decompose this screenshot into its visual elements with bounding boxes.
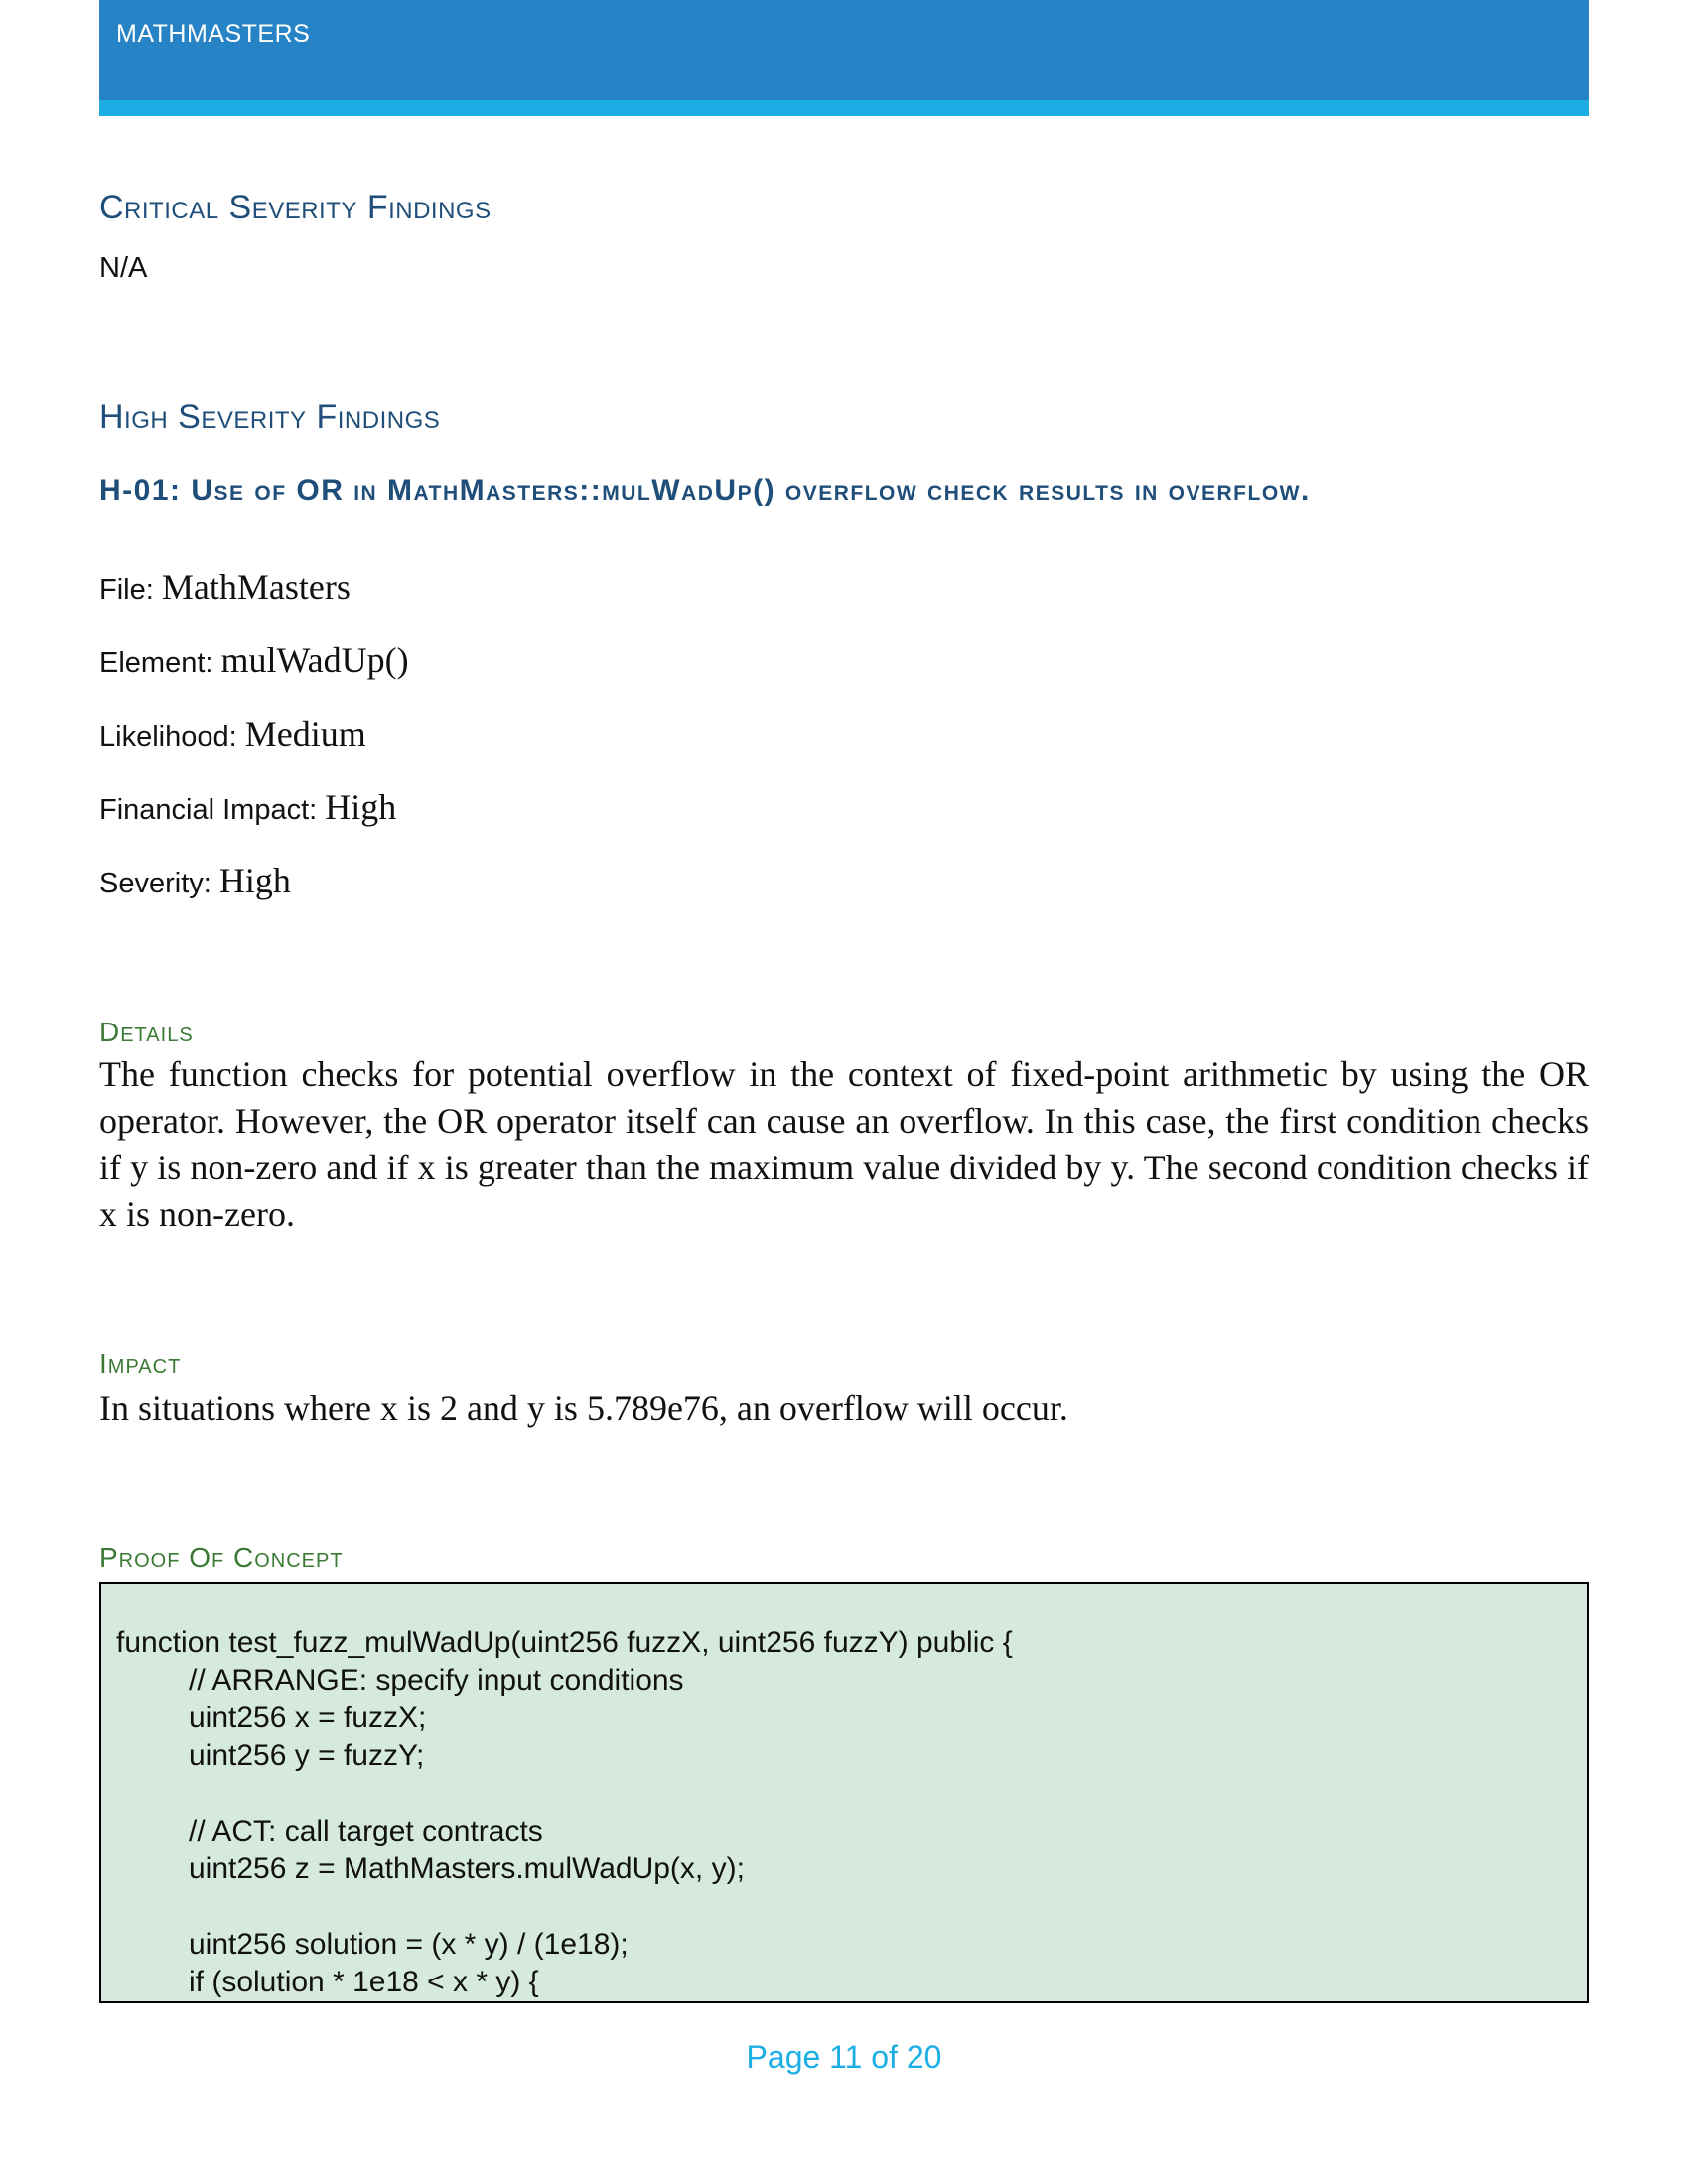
page-number: Page 11 of 20 [746,2039,942,2075]
likelihood-value: Medium [244,714,366,753]
financial-impact-value: High [325,787,397,827]
severity-label: Severity: [99,868,211,899]
code-line: function test_fuzz_mulWadUp(uint256 fuzz… [116,1626,1013,1659]
header-band [99,0,1589,116]
finding-title: H-01: Use of OR in MathMasters::mulWadUp… [99,475,1311,507]
critical-findings-value: N/A [99,252,148,284]
impact-text: In situations where x is 2 and y is 5.78… [99,1388,1068,1428]
financial-impact-row: Financial Impact: High [99,786,396,828]
code-line: if (solution * 1e18 < x * y) { [189,1966,539,1998]
details-text: The function checks for potential overfl… [99,1054,1589,1234]
element-label: Element: [99,647,213,679]
header-accent-stripe [99,100,1589,116]
likelihood-row: Likelihood: Medium [99,713,366,754]
code-line: uint256 x = fuzzX; [189,1702,427,1734]
impact-heading: Impact [99,1348,182,1379]
element-row: Element: mulWadUp() [99,639,409,681]
financial-impact-label: Financial Impact: [99,794,318,826]
proof-of-concept-heading: Proof Of Concept [99,1542,344,1572]
details-heading: Details [99,1017,194,1047]
code-line: uint256 y = fuzzY; [189,1739,425,1772]
file-label: File: [99,574,154,606]
critical-findings-heading: Critical Severity Findings [99,189,492,226]
code-line: // ARRANGE: specify input conditions [189,1664,684,1697]
element-value: mulWadUp() [220,640,409,680]
code-block: function test_fuzz_mulWadUp(uint256 fuzz… [99,1582,1589,2003]
code-line: uint256 z = MathMasters.mulWadUp(x, y); [189,1852,745,1885]
document-header-title: MATHMASTERS [116,20,311,48]
high-findings-heading: High Severity Findings [99,398,441,436]
file-value: MathMasters [161,567,351,607]
severity-value: High [218,861,291,900]
code-line: uint256 solution = (x * y) / (1e18); [189,1928,629,1961]
code-line: // ACT: call target contracts [189,1815,543,1847]
likelihood-label: Likelihood: [99,721,237,752]
file-row: File: MathMasters [99,566,351,608]
severity-row: Severity: High [99,860,291,901]
